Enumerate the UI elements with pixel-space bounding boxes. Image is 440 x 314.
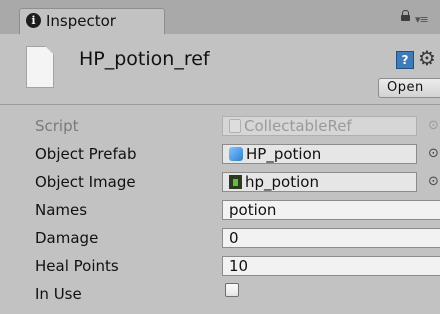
prefab-cube-icon [229, 147, 243, 161]
script-value: CollectableRef [244, 117, 352, 135]
header-divider [0, 104, 440, 105]
in-use-checkbox[interactable] [225, 283, 239, 297]
asset-file-icon [26, 46, 54, 88]
script-field: CollectableRef [222, 116, 417, 136]
tab-inspector[interactable]: i Inspector [19, 8, 165, 34]
script-icon [229, 119, 241, 133]
tab-bar: i Inspector ▾≡ [0, 0, 440, 34]
sprite-icon [229, 175, 242, 189]
gear-icon[interactable]: ⚙ [418, 46, 436, 70]
lock-icon[interactable] [401, 10, 410, 21]
object-prefab-value: HP_potion [246, 145, 322, 163]
tab-menu-icon[interactable]: ▾≡ [415, 13, 429, 26]
object-image-value: hp_potion [245, 173, 319, 191]
in-use-label: In Use [35, 285, 82, 303]
asset-name: HP_potion_ref [79, 48, 210, 70]
heal-points-label: Heal Points [35, 257, 119, 275]
help-icon[interactable]: ? [396, 51, 414, 69]
open-button[interactable]: Open [378, 78, 440, 98]
object-image-label: Object Image [35, 173, 136, 191]
object-image-field[interactable]: hp_potion [222, 172, 417, 192]
object-prefab-label: Object Prefab [35, 145, 137, 163]
names-input[interactable]: potion [222, 200, 440, 220]
damage-label: Damage [35, 229, 99, 247]
tab-label: Inspector [46, 12, 116, 30]
info-icon: i [26, 13, 41, 28]
script-picker-icon: ⊙ [428, 118, 439, 133]
script-label: Script [35, 117, 79, 135]
object-prefab-field[interactable]: HP_potion [222, 144, 417, 164]
heal-points-input[interactable]: 10 [222, 256, 440, 276]
names-label: Names [35, 201, 88, 219]
damage-input[interactable]: 0 [222, 228, 440, 248]
object-image-picker-icon[interactable]: ⊙ [428, 174, 439, 189]
object-prefab-picker-icon[interactable]: ⊙ [428, 146, 439, 161]
